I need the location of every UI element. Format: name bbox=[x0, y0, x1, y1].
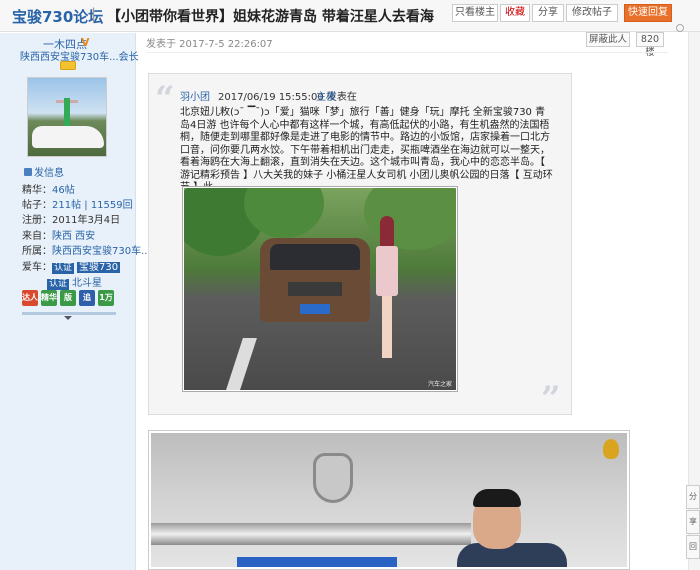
stat-club-label: 所属： bbox=[22, 246, 52, 257]
stat-register-label: 注册： bbox=[22, 215, 52, 226]
medal-scroll-track[interactable] bbox=[22, 312, 116, 315]
stat-from-value[interactable]: 陕西 西安 bbox=[52, 231, 95, 242]
stat-essence: 精华：46帖 bbox=[22, 181, 75, 196]
stat-posts-value[interactable]: 211帖 | 11559回 bbox=[52, 200, 133, 211]
medal-icon[interactable]: 精华 bbox=[41, 290, 57, 306]
author-sidebar: 一木四点 V 陕西西安宝骏730车...会长 发信息 精华：46帖 帖子：211… bbox=[0, 33, 151, 570]
medal-icon[interactable]: 1万 bbox=[98, 290, 114, 306]
stat-register: 注册：2011年3月4日 bbox=[22, 211, 120, 226]
floating-side-tabs: 分 享 回 bbox=[686, 485, 700, 560]
photo-watermark: 汽车之家 bbox=[427, 381, 452, 388]
stat-car-label: 爱车： bbox=[22, 262, 52, 273]
suv-windshield bbox=[270, 244, 360, 270]
stat-car-2: 认证 北斗星 bbox=[47, 274, 102, 290]
car-link-primary[interactable]: 宝骏730 bbox=[77, 262, 121, 273]
photo-scene-2 bbox=[151, 433, 627, 567]
thread-title: 【小团带你看世界】姐妹花游青岛 带着汪星人去看海 bbox=[107, 9, 434, 25]
post-date: 发表于 2017-7-5 22:26:07 bbox=[146, 39, 273, 50]
side-tab-share[interactable]: 分 bbox=[686, 485, 700, 509]
certified-tag: 认证 bbox=[52, 263, 75, 274]
quote-photo[interactable]: 汽车之家 bbox=[182, 186, 458, 392]
certified-tag-2: 认证 bbox=[47, 279, 70, 290]
stat-register-value: 2011年3月4日 bbox=[52, 215, 121, 226]
license-plate-shape bbox=[237, 557, 397, 567]
quote-text: 北京妞儿敉(ↄ¯ ▔¯)ↄ「爱」猫咪「梦」旅行「善」健身「玩」摩托 全新宝骏73… bbox=[180, 107, 553, 193]
only-author-button[interactable]: 只看楼主 bbox=[452, 4, 498, 22]
car-logo-shape bbox=[313, 453, 353, 503]
stat-essence-value[interactable]: 46帖 bbox=[52, 185, 75, 196]
medal-icon[interactable]: 追 bbox=[79, 290, 95, 306]
medal-icon[interactable]: 版 bbox=[60, 290, 76, 306]
person-dress bbox=[376, 246, 398, 296]
suv-grille bbox=[288, 282, 342, 296]
man-shape bbox=[451, 489, 571, 567]
quick-reply-button[interactable]: 快速回复 bbox=[624, 4, 672, 22]
stat-club-value[interactable]: 陕西西安宝骏730车... bbox=[52, 246, 151, 257]
suv-shape bbox=[260, 238, 370, 322]
quote-author[interactable]: 羽小团 bbox=[180, 88, 210, 103]
send-message-link[interactable]: 发信息 bbox=[24, 164, 64, 179]
post-photo[interactable] bbox=[148, 430, 630, 570]
edit-post-button[interactable]: 修改帖子 bbox=[566, 4, 618, 22]
side-tab-reply[interactable]: 回 bbox=[686, 535, 700, 559]
stat-posts: 帖子：211帖 | 11559回 bbox=[22, 196, 133, 211]
send-message-label: 发信息 bbox=[34, 168, 64, 179]
side-tab-2[interactable]: 享 bbox=[686, 510, 700, 534]
author-group[interactable]: 陕西西安宝骏730车...会长 bbox=[20, 48, 139, 63]
thread-header: 宝骏730论坛 | 【小团带你看世界】姐妹花游青岛 带着汪星人去看海 只看楼主 … bbox=[0, 0, 700, 32]
car-link-secondary[interactable]: 北斗星 bbox=[72, 278, 102, 289]
stat-from: 来自：陕西 西安 bbox=[22, 227, 95, 242]
circle-icon bbox=[676, 24, 684, 32]
header-separator: | bbox=[91, 5, 97, 23]
block-user-button[interactable]: 屏蔽此人 bbox=[586, 32, 630, 47]
quote-open-icon: “ bbox=[155, 79, 175, 119]
post-divider bbox=[146, 52, 668, 53]
man-body bbox=[457, 543, 567, 567]
person-legs bbox=[382, 296, 392, 358]
level-badge-icon bbox=[60, 61, 76, 70]
stat-from-label: 来自： bbox=[22, 231, 52, 242]
floor-number[interactable]: 820楼 bbox=[636, 32, 664, 58]
quote-close-icon: ” bbox=[541, 379, 561, 419]
quote-location-link[interactable]: 主楼 bbox=[316, 88, 336, 103]
quote-date: 2017/06/19 15:55:00 发表在 bbox=[218, 92, 357, 103]
stat-essence-label: 精华： bbox=[22, 185, 52, 196]
message-icon bbox=[24, 167, 32, 176]
avatar-car-shape bbox=[32, 126, 104, 148]
watermark-icon bbox=[603, 439, 619, 459]
road-line-shape bbox=[225, 338, 257, 390]
favorite-button[interactable]: 收藏 bbox=[500, 4, 530, 22]
share-button[interactable]: 分享 bbox=[532, 4, 564, 22]
chrome-trim-shape bbox=[151, 523, 471, 545]
stat-car: 爱车： 认证 宝骏730 bbox=[22, 258, 121, 274]
photo-scene: 汽车之家 bbox=[184, 188, 456, 390]
chevron-down-icon[interactable] bbox=[64, 316, 72, 320]
forum-name-link[interactable]: 宝骏730论坛 bbox=[12, 6, 103, 27]
avatar-person-shape bbox=[64, 98, 70, 126]
quote-block: “ 羽小团 2017/06/19 15:55:00 发表在 主楼 北京妞儿敉(ↄ… bbox=[148, 73, 572, 419]
avatar[interactable] bbox=[27, 77, 107, 157]
stat-posts-label: 帖子： bbox=[22, 200, 52, 211]
man-hair bbox=[473, 489, 521, 507]
stat-club: 所属：陕西西安宝骏730车... bbox=[22, 242, 151, 257]
medal-icon[interactable]: 达人 bbox=[22, 290, 38, 306]
person-hair bbox=[380, 216, 394, 250]
person-shape bbox=[372, 216, 402, 366]
suv-plate bbox=[300, 304, 330, 314]
